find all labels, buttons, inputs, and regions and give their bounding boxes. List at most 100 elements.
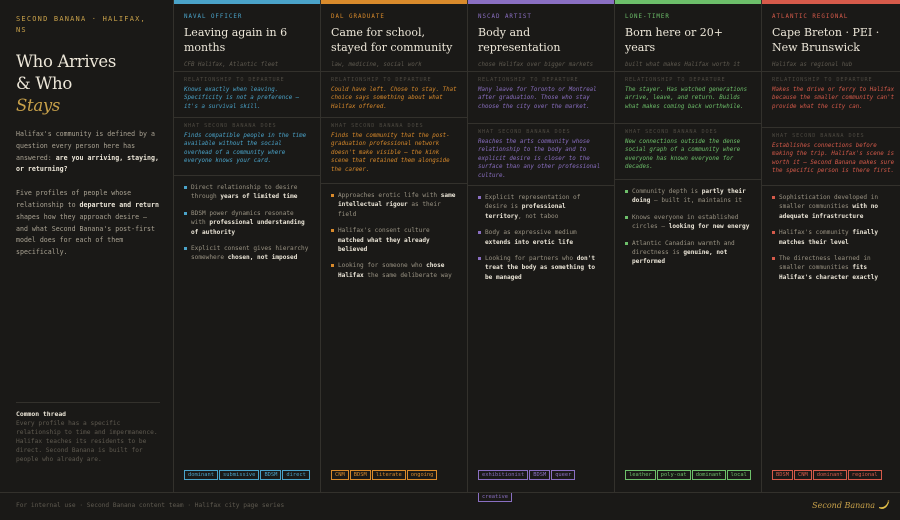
column-title: Leaving again in 6 months <box>184 26 288 54</box>
profile-column: Dal graduate Came for school, stayed for… <box>321 0 468 492</box>
departure-label: Relationship to departure <box>184 77 285 83</box>
does-text: Finds the community that the post-gradua… <box>331 133 450 173</box>
does-label: What Second Banana does <box>772 133 865 139</box>
bullet-icon <box>184 211 187 215</box>
brand-name: Second Banana <box>812 501 875 510</box>
footer: For internal use · Second Banana content… <box>0 492 900 520</box>
trait-list: Approaches erotic life with same intelle… <box>321 191 467 287</box>
trait-item: Atlantic Canadian warmth and directness … <box>625 239 752 267</box>
tag-chip[interactable]: exhibitionist <box>478 470 529 480</box>
bullet-icon <box>772 196 775 199</box>
bullet-icon <box>331 264 334 268</box>
trait-emphasis: matched what they already believed <box>338 236 430 254</box>
bullet-icon <box>772 231 775 235</box>
trait-item: The directness learned in smaller commun… <box>772 254 899 282</box>
trait-item: Explicit consent gives hierarchy somewhe… <box>184 244 311 263</box>
trait-item: Halifax's consent culture matched what t… <box>331 226 458 254</box>
trait-text-end: — built it, maintains it <box>650 197 743 205</box>
tag-chip[interactable]: BDSM <box>772 470 793 480</box>
tag-chip[interactable]: literate <box>371 470 406 480</box>
departure-text: Many leave for Toronto or Montreal after… <box>478 87 597 110</box>
profile-column: Atlantic regional Cape Breton · PEI · Ne… <box>762 0 900 492</box>
column-subtitle: law, medicine, social work <box>331 62 422 68</box>
trait-emphasis: years of limited time <box>220 193 298 201</box>
does-text: Finds compatible people in the time avai… <box>184 133 307 165</box>
brand-logo: Second Banana <box>812 500 890 511</box>
departure-section: Relationship to departure Makes the driv… <box>762 72 900 128</box>
bullet-icon <box>625 190 628 193</box>
does-label: What Second Banana does <box>478 129 571 135</box>
does-section: What Second Banana does Establishes conn… <box>762 128 900 186</box>
tag-chip[interactable]: direct <box>282 470 310 480</box>
bullet-icon <box>184 186 187 189</box>
bullet-icon <box>772 257 775 261</box>
trait-item: Explicit representation of desire is pro… <box>478 193 605 221</box>
bullet-icon <box>625 241 628 245</box>
tag-list: CNM BDSM literate ongoing <box>331 461 459 483</box>
common-thread: Common thread Every profile has a specif… <box>16 402 160 464</box>
trait-text: Halifax's community <box>779 229 853 237</box>
trait-item: Approaches erotic life with same intelle… <box>331 191 458 219</box>
column-header: Dal graduate Came for school, stayed for… <box>321 4 467 72</box>
common-thread-label: Common thread <box>16 410 67 418</box>
tag-chip[interactable]: BDSM <box>260 470 282 480</box>
tag-list: BDSM CNM dominant regional <box>772 461 900 483</box>
footer-text: For internal use · Second Banana content… <box>16 502 285 509</box>
column-title: Body and representation <box>478 26 561 54</box>
departure-section: Relationship to departure The stayer. Ha… <box>615 72 761 124</box>
tag-chip[interactable]: dominant <box>691 470 726 480</box>
tag-chip[interactable]: queer <box>551 470 576 480</box>
tag-chip[interactable]: dominant <box>184 470 218 480</box>
tag-chip[interactable]: dominant <box>812 470 847 480</box>
tag-chip[interactable]: leather <box>625 470 656 480</box>
tag-chip[interactable]: local <box>726 470 751 480</box>
trait-text: Approaches erotic life with <box>338 192 441 199</box>
does-label: What Second Banana does <box>625 129 718 135</box>
intro-paragraph-2: Five profiles of people whose relationsh… <box>16 188 159 259</box>
bullet-icon <box>478 231 481 235</box>
column-subtitle: built what makes Halifax worth it <box>625 62 741 68</box>
trait-item: Community depth is partly their doing — … <box>625 187 752 206</box>
tag-chip[interactable]: BDSM <box>529 470 551 480</box>
profile-column: NSCAD artist Body and representation cho… <box>468 0 615 502</box>
tag-chip[interactable]: regional <box>847 470 882 480</box>
trait-list: Sophistication developed in smaller comm… <box>762 193 900 289</box>
tag-chip[interactable]: CNM <box>331 470 349 480</box>
tag-chip[interactable]: CNM <box>793 470 812 480</box>
does-text: Reaches the arts community whose relatio… <box>478 139 601 179</box>
trait-text: Community depth is <box>632 188 702 195</box>
tag-chip[interactable]: BDSM <box>349 470 371 480</box>
trait-item: Looking for someone who chose Halifax th… <box>331 261 458 280</box>
intro-p2-emphasis: departure and return <box>79 200 159 209</box>
bullet-icon <box>478 257 481 261</box>
departure-section: Relationship to departure Could have lef… <box>321 72 467 118</box>
banana-icon <box>879 500 890 509</box>
does-section: What Second Banana does Reaches the arts… <box>468 124 614 186</box>
column-tag: Lone-timer <box>625 14 670 20</box>
trait-item: BDSM power dynamics resonate with profes… <box>184 209 311 237</box>
does-text: Establishes connections before making th… <box>772 143 895 175</box>
tag-chip[interactable]: ongoing <box>406 470 438 480</box>
tag-chip[interactable]: submissive <box>218 470 260 480</box>
departure-text: The stayer. Has watched generations arri… <box>625 87 748 110</box>
trait-text: Halifax's consent culture <box>338 227 430 235</box>
intro-panel: Second Banana · Halifax, NS Who Arrives … <box>0 0 174 492</box>
bullet-icon <box>184 247 187 251</box>
column-tag: NSCAD artist <box>478 14 532 20</box>
departure-label: Relationship to departure <box>478 77 579 83</box>
column-header: Lone-timer Born here or 20+ years built … <box>615 4 761 72</box>
trait-emphasis: chosen, not imposed <box>227 254 298 262</box>
tag-chip[interactable]: poly-oat <box>656 470 691 480</box>
column-header: Naval officer Leaving again in 6 months … <box>174 4 320 72</box>
bullet-icon <box>625 215 628 219</box>
profile-column: Lone-timer Born here or 20+ years built … <box>615 0 762 492</box>
trait-emphasis: extends into erotic life <box>485 238 574 246</box>
column-subtitle: chose Halifax over bigger markets <box>478 62 594 68</box>
column-subtitle: CFB Halifax, Atlantic fleet <box>184 62 279 68</box>
departure-label: Relationship to departure <box>772 77 873 83</box>
title-accent: Stays <box>16 96 61 115</box>
page: Second Banana · Halifax, NS Who Arrives … <box>0 0 900 520</box>
departure-text: Makes the drive or ferry to Halifax beca… <box>772 87 895 110</box>
page-title: Who Arrives & Who Stays <box>16 51 159 117</box>
title-line-1: Who Arrives <box>16 52 116 71</box>
